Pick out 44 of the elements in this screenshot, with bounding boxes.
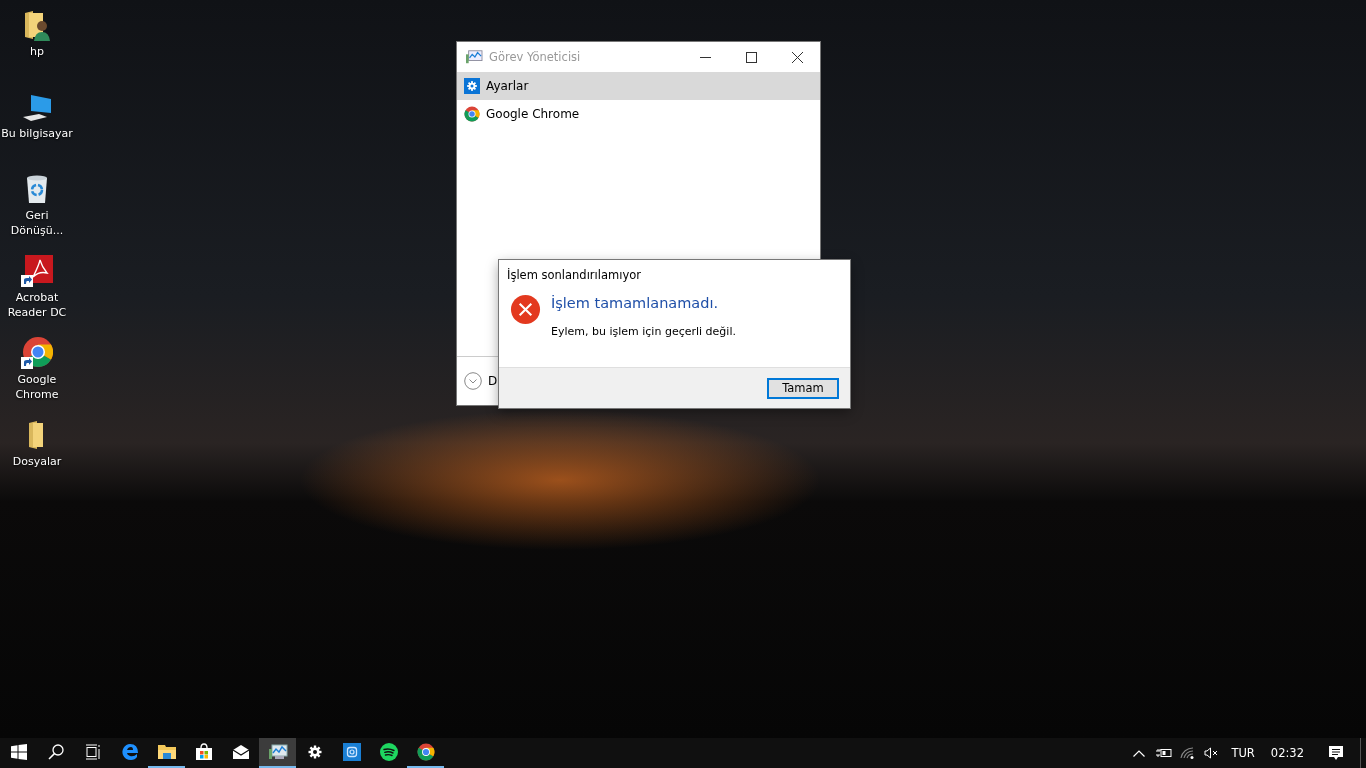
- wifi-icon[interactable]: [1180, 747, 1195, 759]
- volume-muted-icon[interactable]: [1203, 747, 1219, 759]
- edge-icon: [120, 743, 139, 761]
- desktop-icon-label[interactable]: Geri Dönüşü...: [10, 208, 64, 238]
- settings-icon: [464, 78, 480, 94]
- minimize-icon: [699, 56, 711, 58]
- chevron-up-icon[interactable]: [1133, 749, 1146, 757]
- ok-button[interactable]: Tamam: [767, 377, 839, 399]
- process-item[interactable]: Ayarlar: [457, 72, 820, 100]
- process-item[interactable]: Google Chrome: [457, 100, 820, 128]
- desktop-icon-label[interactable]: Bu bilgisayar: [1, 126, 73, 141]
- input-language-indicator[interactable]: TUR: [1223, 738, 1263, 768]
- windows-logo-icon: [10, 744, 27, 760]
- folder-icon: [156, 743, 177, 761]
- notifications-icon[interactable]: [1328, 745, 1344, 761]
- desktop-icon-label[interactable]: hp: [30, 44, 44, 59]
- chrome-shortcut-icon: [21, 337, 53, 369]
- desktop-icon-label[interactable]: Google Chrome: [15, 372, 59, 402]
- maximize-icon: [745, 51, 757, 63]
- chrome-icon: [464, 106, 480, 122]
- app-icon: [342, 743, 361, 761]
- search-icon: [47, 744, 64, 760]
- error-icon: [510, 294, 541, 325]
- dialog-instruction: İşlem tamamlanamadı.: [551, 295, 720, 311]
- desktop-icon-label[interactable]: Acrobat Reader DC: [7, 290, 67, 320]
- store-icon: [194, 743, 213, 761]
- mail-icon: [231, 744, 250, 760]
- task-manager-icon: [267, 743, 288, 761]
- chevron-down-circle-icon[interactable]: [464, 372, 482, 390]
- battery-charging-icon[interactable]: [1154, 748, 1172, 758]
- chrome-icon: [416, 743, 435, 761]
- clock[interactable]: 02:32: [1262, 738, 1312, 768]
- desktop-icon-label[interactable]: Dosyalar: [12, 454, 62, 469]
- settings-icon: [306, 744, 323, 760]
- spotify-icon: [379, 743, 398, 761]
- details-link[interactable]: D: [488, 374, 498, 388]
- dialog-title: İşlem sonlandırılamıyor: [506, 267, 642, 282]
- window-title: Görev Yöneticisi: [489, 50, 582, 64]
- task-manager-icon: [465, 49, 483, 65]
- dialog-message: Eylem, bu işlem için geçerli değil.: [551, 325, 736, 338]
- pdf-shortcut-icon: [21, 255, 53, 287]
- task-view-icon: [84, 744, 101, 760]
- taskbar-app-button[interactable]: [259, 738, 296, 768]
- close-icon: [791, 51, 803, 63]
